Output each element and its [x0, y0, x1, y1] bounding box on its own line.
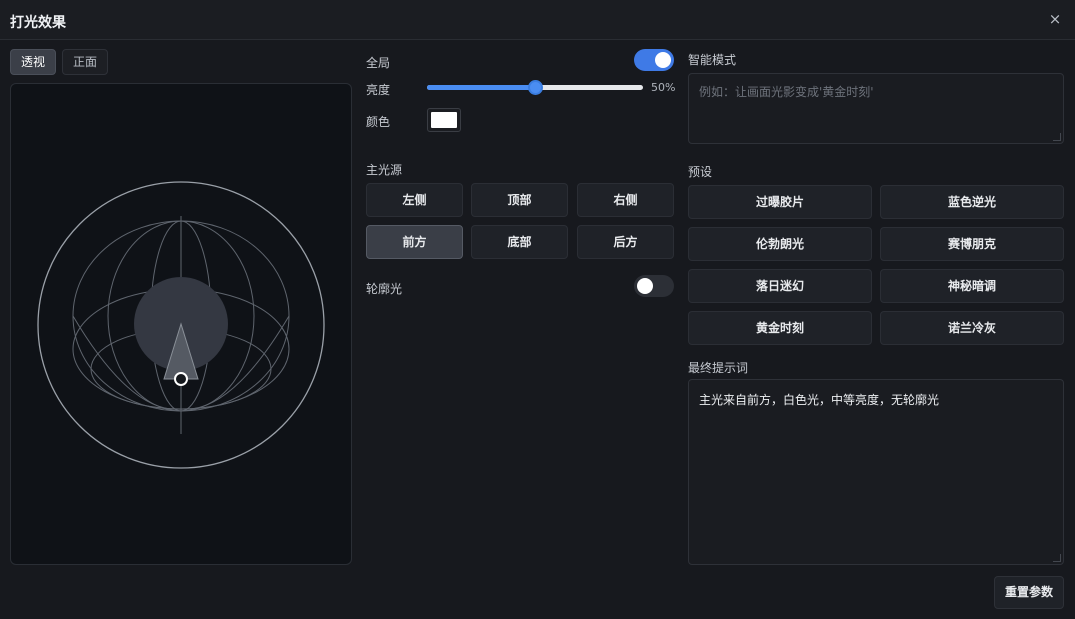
- light-direction-viewport[interactable]: [10, 83, 352, 565]
- final-prompt-label: 最终提示词: [688, 361, 749, 375]
- brightness-slider[interactable]: [427, 80, 643, 95]
- direction-left-button[interactable]: 左侧: [366, 183, 463, 217]
- toggle-knob: [637, 278, 653, 294]
- light-sphere-gizmo: [37, 181, 325, 469]
- preset-overexposed-film[interactable]: 过曝胶片: [688, 185, 872, 219]
- dialog-titlebar: 打光效果 ×: [0, 0, 1075, 40]
- rim-light-label: 轮廓光: [366, 282, 403, 296]
- preset-cyberpunk[interactable]: 赛博朋克: [880, 227, 1064, 261]
- color-swatch[interactable]: [427, 108, 461, 132]
- preset-mysterious-dark[interactable]: 神秘暗调: [880, 269, 1064, 303]
- smart-mode-placeholder: 例如：让画面光影变成'黄金时刻': [699, 85, 874, 99]
- rim-light-toggle[interactable]: [634, 275, 674, 297]
- smart-mode-input[interactable]: 例如：让画面光影变成'黄金时刻': [688, 73, 1064, 144]
- direction-front-button[interactable]: 前方: [366, 225, 463, 259]
- slider-thumb[interactable]: [528, 80, 543, 95]
- tab-front[interactable]: 正面: [62, 49, 108, 75]
- reset-parameters-button[interactable]: 重置参数: [994, 576, 1064, 609]
- preset-nolan-cold-gray[interactable]: 诺兰冷灰: [880, 311, 1064, 345]
- brightness-value: 50%: [651, 81, 676, 94]
- resize-grip-icon[interactable]: [1053, 133, 1061, 141]
- slider-fill: [427, 85, 535, 90]
- close-icon[interactable]: ×: [1047, 11, 1063, 27]
- main-light-label: 主光源: [366, 163, 403, 177]
- smart-mode-label: 智能模式: [688, 53, 737, 67]
- lighting-dialog: 打光效果 × 透视 正面 全局 亮度 50% 颜色 主光源 左侧 顶部 右侧 前…: [0, 0, 1075, 619]
- global-toggle[interactable]: [634, 49, 674, 71]
- preset-golden-hour[interactable]: 黄金时刻: [688, 311, 872, 345]
- color-label: 颜色: [366, 115, 391, 129]
- presets-label: 预设: [688, 165, 713, 179]
- dialog-title: 打光效果: [10, 15, 66, 31]
- resize-grip-icon[interactable]: [1053, 554, 1061, 562]
- tab-perspective[interactable]: 透视: [10, 49, 56, 75]
- preset-sunset-psychedelic[interactable]: 落日迷幻: [688, 269, 872, 303]
- light-position-handle[interactable]: [174, 372, 188, 386]
- direction-bottom-button[interactable]: 底部: [471, 225, 568, 259]
- final-prompt-textarea[interactable]: 主光来自前方，白色光，中等亮度，无轮廓光: [688, 379, 1064, 565]
- preset-rembrandt[interactable]: 伦勃朗光: [688, 227, 872, 261]
- global-label: 全局: [366, 56, 391, 70]
- toggle-knob: [655, 52, 671, 68]
- brightness-label: 亮度: [366, 83, 391, 97]
- final-prompt-text: 主光来自前方，白色光，中等亮度，无轮廓光: [699, 393, 940, 407]
- direction-right-button[interactable]: 右侧: [577, 183, 674, 217]
- direction-back-button[interactable]: 后方: [577, 225, 674, 259]
- color-swatch-fill: [431, 112, 457, 128]
- direction-top-button[interactable]: 顶部: [471, 183, 568, 217]
- preset-blue-backlight[interactable]: 蓝色逆光: [880, 185, 1064, 219]
